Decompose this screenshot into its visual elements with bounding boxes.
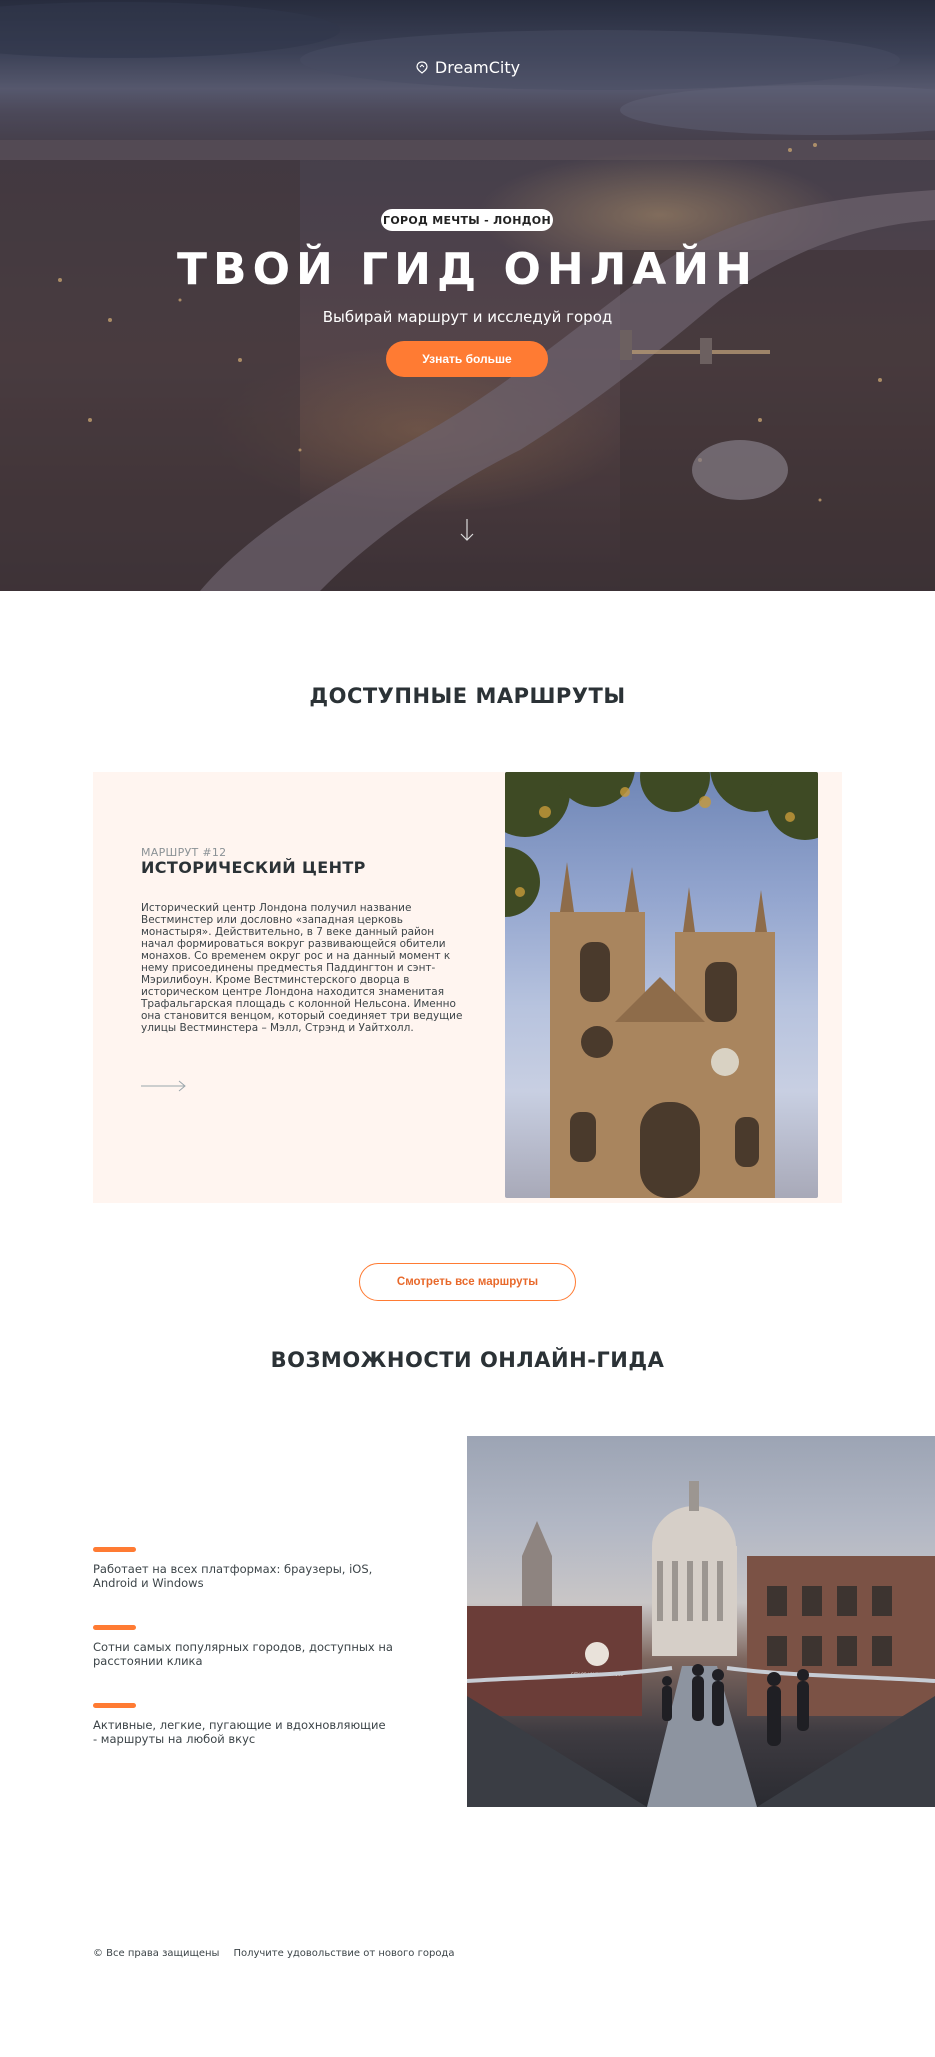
feature-item: Работает на всех платформах: браузеры, i… <box>93 1547 393 1590</box>
hero-overlay <box>0 0 935 591</box>
logo[interactable]: DreamCity <box>0 58 935 77</box>
arrow-right-icon[interactable] <box>141 1080 187 1092</box>
feature-text: Активные, легкие, пугающие и вдохновляющ… <box>93 1718 386 1746</box>
route-card[interactable]: МАРШРУТ #12 ИСТОРИЧЕСКИЙ ЦЕНТР Историчес… <box>93 772 842 1203</box>
footer-copyright: © Все права защищены <box>93 1948 220 1959</box>
all-routes-button[interactable]: Смотреть все маршруты <box>359 1263 576 1301</box>
hero-subtitle: Выбирай маршрут и исследуй город <box>322 308 613 326</box>
hero-badge: ГОРОД МЕЧТЫ - ЛОНДОН <box>381 209 553 231</box>
logo-text: DreamCity <box>434 58 521 77</box>
feature-item: Активные, легкие, пугающие и вдохновляющ… <box>93 1703 393 1746</box>
feature-text: Работает на всех платформах: браузеры, i… <box>93 1562 373 1590</box>
hero-section: DreamCity ГОРОД МЕЧТЫ - ЛОНДОН ТВОЙ ГИД … <box>0 0 935 591</box>
feature-text: Сотни самых популярных городов, доступны… <box>93 1640 393 1668</box>
feature-accent-bar <box>93 1703 136 1708</box>
feature-accent-bar <box>93 1625 136 1630</box>
footer-tagline: Получите удовольствие от нового города <box>233 1948 455 1959</box>
hero-title: ТВОЙ ГИД ОНЛАЙН <box>177 244 758 295</box>
balloon-icon <box>416 60 428 74</box>
arrow-down-icon[interactable] <box>458 518 476 542</box>
route-description: Исторический центр Лондона получил назва… <box>141 902 463 1034</box>
route-name: ИСТОРИЧЕСКИЙ ЦЕНТР <box>141 858 366 877</box>
feature-item: Сотни самых популярных городов, доступны… <box>93 1625 393 1668</box>
routes-title: ДОСТУПНЫЕ МАРШРУТЫ <box>309 684 626 708</box>
feature-accent-bar <box>93 1547 136 1552</box>
westminster-abbey-photo <box>505 772 818 1198</box>
footer: © Все права защищены Получите удовольств… <box>93 1948 454 1959</box>
learn-more-button[interactable]: Узнать больше <box>386 341 548 377</box>
features-title: ВОЗМОЖНОСТИ ОНЛАЙН-ГИДА <box>270 1348 665 1372</box>
st-pauls-cathedral-photo: CITY OF LONDON SCHOOL <box>467 1436 935 1807</box>
